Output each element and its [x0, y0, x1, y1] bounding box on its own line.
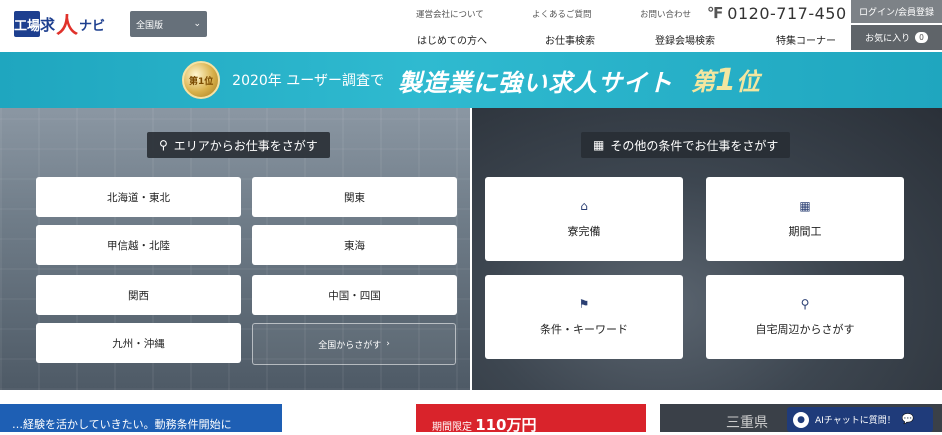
area-button-kyushu-okinawa[interactable]: 九州・沖縄 — [36, 323, 241, 363]
area-button-hokkaido-tohoku[interactable]: 北海道・東北 — [36, 177, 241, 217]
rank-number: 1 — [714, 63, 736, 98]
condition-button-nearby[interactable]: ⚲ 自宅周辺からさがす — [706, 275, 904, 359]
area-button-tokai[interactable]: 東海 — [252, 225, 457, 265]
nationwide-search-label: 全国からさがす — [318, 340, 382, 351]
ai-chat-label: AIチャットに質問！ — [815, 416, 896, 426]
free-dial-icon: ℉ — [707, 4, 724, 22]
condition-label-keyword: 条件・キーワード — [540, 323, 628, 336]
campaign-label: 期間限定 — [432, 422, 472, 433]
area-button-koshinetsu-hokuriku[interactable]: 甲信越・北陸 — [36, 225, 241, 265]
chat-bubble-icon: 💬 — [901, 414, 915, 425]
nav-first-time[interactable]: はじめての方へ — [417, 32, 487, 47]
favorites-label: お気に入り — [865, 34, 911, 44]
condition-label-nearby: 自宅周辺からさがす — [755, 323, 855, 336]
logo-person: 人 — [56, 14, 79, 39]
banner-lead: 2020年 ユーザー調査で — [232, 73, 384, 89]
robot-icon: ● — [793, 411, 809, 428]
area-search-heading-text: エリアからお仕事をさがす — [173, 138, 318, 153]
region-select-label: 全国版 — [136, 20, 164, 31]
company-link[interactable]: 運営会社について — [416, 8, 484, 20]
nav-features[interactable]: 特集コーナー — [776, 32, 836, 47]
condition-button-dormitory[interactable]: ⌂ 寮完備 — [485, 177, 683, 261]
banner-rank: 第1位 — [691, 62, 760, 98]
login-button[interactable]: ログイン/会員登録 — [851, 0, 942, 23]
banner-headline: 製造業に強い求人サイト — [397, 68, 673, 97]
ai-chat-button[interactable]: ● AIチャットに質問！ 💬 — [787, 407, 933, 432]
promo-card-1[interactable]: …経験を活かしていきたい。動務条件開始に — [0, 404, 282, 432]
area-button-kanto[interactable]: 関東 — [252, 177, 457, 217]
rank-prefix: 第 — [690, 68, 715, 96]
logo-text-1: 求 — [40, 15, 56, 34]
nationwide-search-button[interactable]: 全国からさがす › — [252, 323, 456, 365]
area-search-heading: ⚲ エリアからお仕事をさがす — [147, 132, 330, 158]
medal-badge: 第1位 — [182, 61, 221, 99]
nav-job-search[interactable]: お仕事検索 — [545, 32, 595, 47]
location-pin-icon: ⚲ — [159, 138, 168, 152]
campaign-banner: 期間限定 110万円 — [416, 404, 646, 434]
condition-search-heading-text: その他の条件でお仕事をさがす — [610, 138, 779, 153]
area-button-kansai[interactable]: 関西 — [36, 275, 241, 315]
condition-button-seasonal[interactable]: ▦ 期間工 — [706, 177, 904, 261]
area-button-chugoku-shikoku[interactable]: 中国・四国 — [252, 275, 457, 315]
site-header: 工場 求 人 ナビ 全国版 ⌄ 運営会社について よくあるご質問 お問い合わせ … — [0, 0, 942, 52]
rank-suffix: 位 — [735, 68, 760, 96]
condition-search-heading: ▦ その他の条件でお仕事をさがす — [581, 132, 791, 158]
phone-number[interactable]: ℉ 0120-717-450 — [707, 3, 847, 23]
phone-number-text: 0120-717-450 — [727, 3, 847, 23]
chevron-down-icon: ⌄ — [193, 19, 201, 29]
calendar-icon: ▦ — [799, 199, 811, 213]
favorites-count: 0 — [915, 32, 928, 43]
site-logo[interactable]: 工場 求 人 ナビ — [14, 10, 114, 39]
condition-label-seasonal: 期間工 — [788, 225, 822, 238]
promo-card-2[interactable]: 期間限定 110万円 — [288, 404, 652, 434]
ranking-banner[interactable]: 第1位 2020年 ユーザー調査で 製造業に強い求人サイト 第1位 — [0, 52, 942, 108]
nav-venue-search[interactable]: 登録会場検索 — [655, 32, 715, 47]
logo-mark: 工場 — [14, 11, 40, 37]
faq-link[interactable]: よくあるご質問 — [532, 8, 592, 20]
location-pin-icon: ⚲ — [800, 297, 810, 311]
favorites-button[interactable]: お気に入り 0 — [851, 25, 942, 50]
flag-icon: ⚑ — [578, 297, 590, 311]
campaign-amount: 110万円 — [475, 416, 537, 434]
condition-label-dormitory: 寮完備 — [567, 225, 601, 238]
dormitory-icon: ⌂ — [580, 199, 588, 213]
grid-icon: ▦ — [593, 138, 605, 152]
logo-text-2: ナビ — [79, 18, 106, 34]
chevron-right-icon: › — [386, 339, 390, 349]
region-select[interactable]: 全国版 ⌄ — [130, 11, 207, 37]
contact-link[interactable]: お問い合わせ — [640, 8, 691, 20]
condition-button-keyword[interactable]: ⚑ 条件・キーワード — [485, 275, 683, 359]
